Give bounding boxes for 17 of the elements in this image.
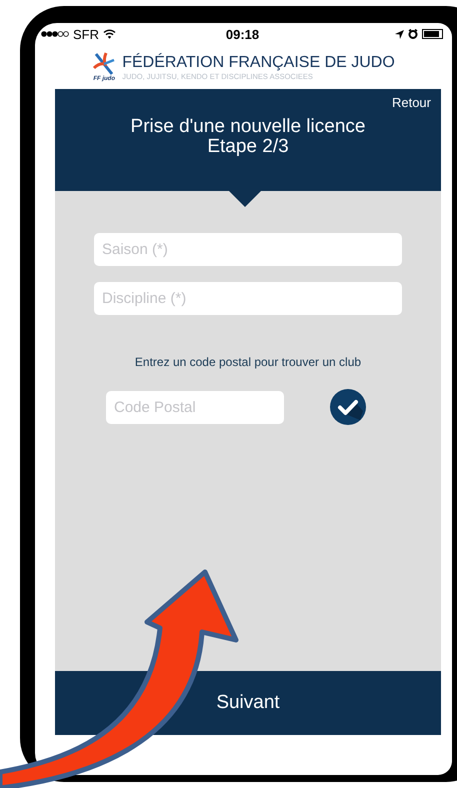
back-link[interactable]: Retour <box>392 95 431 110</box>
carrier-name: SFR <box>73 26 99 42</box>
step-label: Etape 2/3 <box>207 137 289 157</box>
confirm-check-icon[interactable] <box>330 389 366 425</box>
status-time: 09:18 <box>226 26 260 42</box>
page-title: Prise d'une nouvelle licence <box>130 117 366 137</box>
battery-icon <box>422 29 444 39</box>
select-field[interactable]: Saison (*) <box>94 233 402 266</box>
alarm-clock-icon <box>408 29 418 39</box>
federation-title: FÉDÉRATION FRANÇAISE DE JUDO <box>122 54 395 72</box>
postal-code-field[interactable]: Code Postal <box>106 390 284 424</box>
wifi-icon <box>103 29 116 39</box>
judo-logo-icon <box>92 52 116 76</box>
postal-hint: Entrez un code postal pour trouver un club <box>134 355 362 369</box>
location-icon <box>395 30 404 38</box>
select-field[interactable]: Discipline (*) <box>94 282 402 315</box>
signal-icon <box>41 31 69 37</box>
